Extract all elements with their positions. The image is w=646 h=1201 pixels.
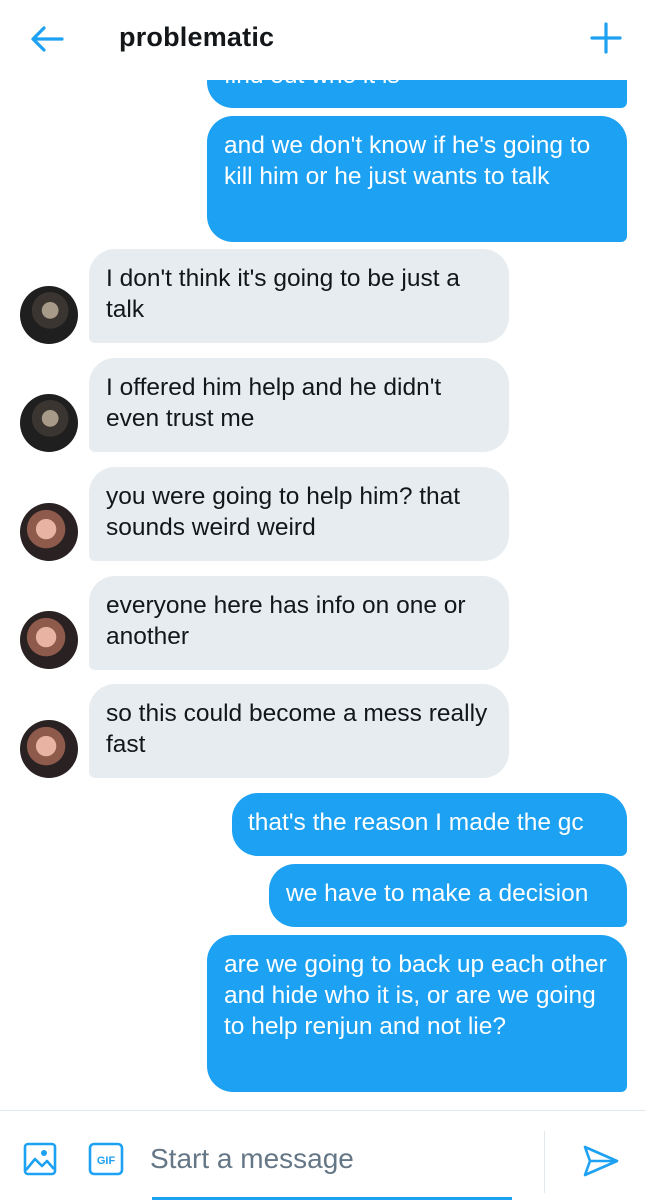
- composer-divider: [544, 1131, 545, 1193]
- message-bubble-incoming[interactable]: so this could become a mess really fast: [89, 684, 509, 778]
- conversation: find out who it is and we don't know if …: [0, 0, 646, 1110]
- message-bubble-outgoing[interactable]: and we don't know if he's going to kill …: [207, 116, 627, 242]
- message-bubble-outgoing[interactable]: we have to make a decision: [269, 864, 627, 927]
- gif-icon: GIF: [88, 1142, 124, 1176]
- plus-icon: [590, 22, 622, 54]
- svg-text:GIF: GIF: [97, 1155, 116, 1167]
- message-text: and we don't know if he's going to kill …: [224, 132, 591, 190]
- send-button[interactable]: [582, 1143, 620, 1179]
- back-button[interactable]: [28, 22, 66, 56]
- image-icon: [23, 1142, 57, 1176]
- contact-avatar[interactable]: [20, 611, 78, 669]
- back-arrow-icon: [31, 26, 64, 52]
- message-bubble-incoming[interactable]: I don't think it's going to be just a ta…: [89, 249, 509, 343]
- message-composer: GIF: [0, 1110, 646, 1201]
- contact-avatar[interactable]: [20, 720, 78, 778]
- message-bubble-outgoing[interactable]: are we going to back up each other and h…: [207, 935, 627, 1092]
- conversation-header: problematic: [0, 0, 646, 80]
- add-image-button[interactable]: [22, 1141, 58, 1177]
- add-participant-button[interactable]: [588, 20, 624, 56]
- message-bubble-incoming[interactable]: you were going to help him? that sounds …: [89, 467, 509, 561]
- conversation-title: problematic: [119, 22, 275, 52]
- message-text: so this could become a mess really fast: [106, 700, 488, 758]
- message-bubble-outgoing[interactable]: that's the reason I made the gc: [232, 793, 627, 856]
- message-text: you were going to help him? that sounds …: [106, 483, 461, 541]
- contact-avatar[interactable]: [20, 286, 78, 344]
- add-gif-button[interactable]: GIF: [88, 1142, 124, 1176]
- message-bubble-incoming[interactable]: I offered him help and he didn't even tr…: [89, 358, 509, 452]
- message-text: I don't think it's going to be just a ta…: [106, 265, 460, 323]
- message-bubble-incoming[interactable]: everyone here has info on one or another: [89, 576, 509, 670]
- message-text: we have to make a decision: [286, 880, 589, 907]
- send-icon: [583, 1145, 619, 1177]
- contact-avatar[interactable]: [20, 503, 78, 561]
- message-text: everyone here has info on one or another: [106, 592, 466, 650]
- message-text: I offered him help and he didn't even tr…: [106, 374, 442, 432]
- message-input[interactable]: [150, 1131, 530, 1187]
- message-text: that's the reason I made the gc: [248, 809, 584, 836]
- message-text: are we going to back up each other and h…: [224, 951, 607, 1040]
- contact-avatar[interactable]: [20, 394, 78, 452]
